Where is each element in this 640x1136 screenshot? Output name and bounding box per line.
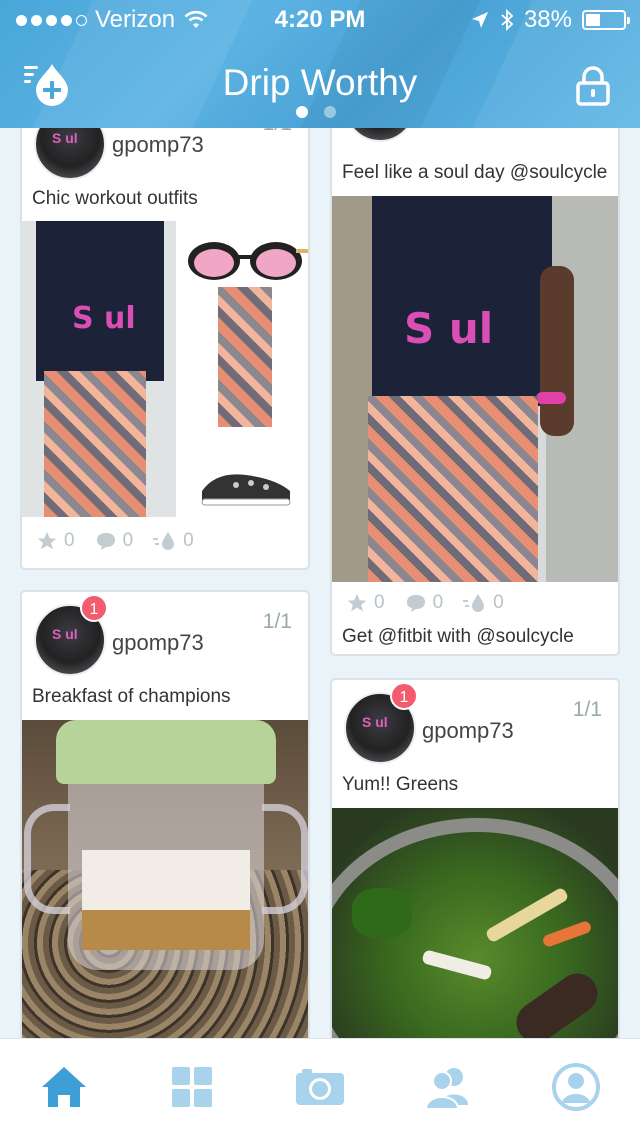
post-page-count: 1/1 bbox=[572, 698, 602, 721]
nav-bar: Drip Worthy bbox=[0, 40, 640, 128]
drips-stat[interactable]: 0 bbox=[463, 592, 504, 614]
people-tab-icon[interactable] bbox=[420, 1059, 476, 1115]
page-dot bbox=[324, 106, 336, 118]
notification-badge: 1 bbox=[390, 682, 418, 710]
post-photo[interactable]: S ul bbox=[22, 221, 176, 517]
post-username[interactable]: gpomp73 bbox=[112, 630, 204, 656]
post-caption: Yum!! Greens bbox=[342, 774, 459, 795]
post-caption: Chic workout outfits bbox=[32, 188, 198, 209]
comments-stat[interactable]: 0 bbox=[405, 592, 443, 614]
star-icon bbox=[37, 531, 57, 550]
lock-icon[interactable] bbox=[576, 66, 610, 106]
battery-percent: 38% bbox=[523, 6, 572, 33]
notification-badge: 1 bbox=[80, 594, 108, 622]
comments-stat[interactable]: 0 bbox=[95, 530, 133, 552]
comment-icon bbox=[406, 595, 425, 612]
stars-stat[interactable]: 0 bbox=[36, 530, 75, 552]
post-photo[interactable] bbox=[332, 808, 618, 1038]
post-caption: Feel like a soul day @soulcycle bbox=[342, 162, 608, 183]
bluetooth-icon bbox=[501, 9, 514, 31]
post-username[interactable]: gpomp73 bbox=[112, 132, 204, 158]
post-card[interactable]: Feel like a soul day @soulcycle S ul 0 0… bbox=[330, 128, 620, 656]
drip-icon bbox=[153, 532, 175, 550]
battery-icon bbox=[582, 10, 630, 30]
post-stats: 0 0 0 bbox=[36, 530, 208, 552]
grid-tab-icon[interactable] bbox=[164, 1059, 220, 1115]
leggings-image bbox=[218, 287, 272, 427]
comment-icon bbox=[96, 533, 115, 550]
post-card[interactable]: S ul 1 gpomp73 1/1 Breakfast of champion… bbox=[20, 590, 310, 1038]
post-page-count: 1/1 bbox=[262, 610, 292, 633]
profile-tab-icon[interactable] bbox=[548, 1059, 604, 1115]
battery-fill bbox=[586, 14, 600, 26]
location-arrow-icon bbox=[471, 12, 488, 28]
status-right: 38% bbox=[470, 6, 630, 34]
camera-tab-icon[interactable] bbox=[292, 1059, 348, 1115]
post-footer-caption: Get @fitbit with @soulcycle bbox=[342, 626, 574, 647]
post-caption: Breakfast of champions bbox=[32, 686, 231, 707]
feed[interactable]: S ul gpomp73 1/1 Chic workout outfits S … bbox=[0, 128, 640, 1038]
app-header: Verizon 4:20 PM 38% Drip Worthy bbox=[0, 0, 640, 128]
post-username[interactable]: gpomp73 bbox=[422, 718, 514, 744]
post-page-count: 1/1 bbox=[263, 128, 292, 136]
post-photo[interactable]: S ul bbox=[332, 196, 618, 582]
status-bar: Verizon 4:20 PM 38% bbox=[0, 0, 640, 40]
avatar[interactable] bbox=[344, 128, 416, 142]
home-tab-icon[interactable] bbox=[36, 1059, 92, 1115]
outfit-items-photo[interactable] bbox=[178, 221, 308, 517]
star-icon bbox=[347, 593, 367, 612]
stars-stat[interactable]: 0 bbox=[346, 592, 385, 614]
page-title: Drip Worthy bbox=[222, 62, 418, 103]
post-card[interactable]: S ul gpomp73 1/1 Chic workout outfits S … bbox=[20, 128, 310, 570]
sneaker-image bbox=[201, 474, 291, 506]
post-stats: 0 0 0 bbox=[346, 592, 518, 614]
avatar[interactable]: S ul bbox=[34, 128, 106, 180]
post-card[interactable]: S ul 1 gpomp73 1/1 Yum!! Greens bbox=[330, 678, 620, 1038]
page-dot-active bbox=[296, 106, 308, 118]
tab-bar bbox=[0, 1038, 640, 1136]
post-photo[interactable] bbox=[22, 720, 308, 1038]
page-indicator[interactable] bbox=[296, 106, 336, 118]
drips-stat[interactable]: 0 bbox=[153, 530, 194, 552]
drip-icon bbox=[463, 594, 485, 612]
